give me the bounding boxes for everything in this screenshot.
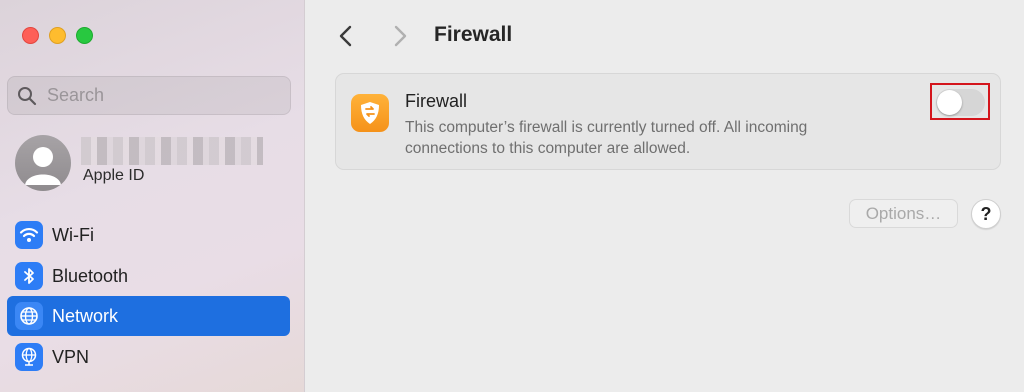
apple-id-label: Apple ID — [83, 167, 145, 184]
window-controls — [22, 27, 93, 44]
sidebar-item-label: Network — [52, 305, 119, 326]
sidebar-item-label: Wi-Fi — [52, 224, 94, 245]
sidebar-item-wifi[interactable]: Wi-Fi — [7, 215, 290, 255]
zoom-window-button[interactable] — [76, 27, 93, 44]
sidebar-item-network[interactable]: Network — [7, 296, 290, 336]
account-name-redacted — [81, 137, 263, 165]
options-button[interactable]: Options… — [849, 199, 958, 228]
highlight-box — [930, 83, 990, 120]
sidebar-item-vpn[interactable]: VPN — [7, 337, 290, 377]
bluetooth-icon — [15, 262, 43, 290]
sidebar-item-label: VPN — [52, 346, 90, 367]
globe-icon — [15, 302, 43, 330]
avatar — [15, 135, 71, 191]
search-input[interactable] — [45, 84, 269, 107]
sidebar-item-label: Bluetooth — [52, 265, 129, 286]
page-title: Firewall — [434, 23, 513, 46]
globe-icon — [15, 343, 43, 371]
toggle-knob — [937, 90, 962, 115]
firewall-description: This computer’s firewall is currently tu… — [405, 119, 808, 157]
chevron-right-icon — [394, 25, 407, 47]
firewall-toggle[interactable] — [936, 89, 985, 116]
help-button[interactable]: ? — [971, 199, 1001, 229]
search-icon — [18, 86, 37, 105]
chevron-left-icon — [339, 25, 352, 47]
sidebar: Apple ID Wi-Fi Bluetooth — [0, 0, 305, 392]
search-field[interactable] — [7, 76, 291, 115]
person-icon — [25, 147, 61, 185]
minimize-window-button[interactable] — [49, 27, 66, 44]
close-window-button[interactable] — [22, 27, 39, 44]
firewall-card: Firewall This computer’s firewall is cur… — [335, 73, 1001, 170]
firewall-icon — [351, 94, 389, 132]
forward-button[interactable] — [388, 24, 412, 48]
apple-id-account[interactable]: Apple ID — [15, 133, 295, 193]
wifi-icon — [15, 221, 43, 249]
back-button[interactable] — [335, 24, 359, 48]
sidebar-item-bluetooth[interactable]: Bluetooth — [7, 256, 290, 296]
firewall-title: Firewall — [405, 91, 468, 111]
